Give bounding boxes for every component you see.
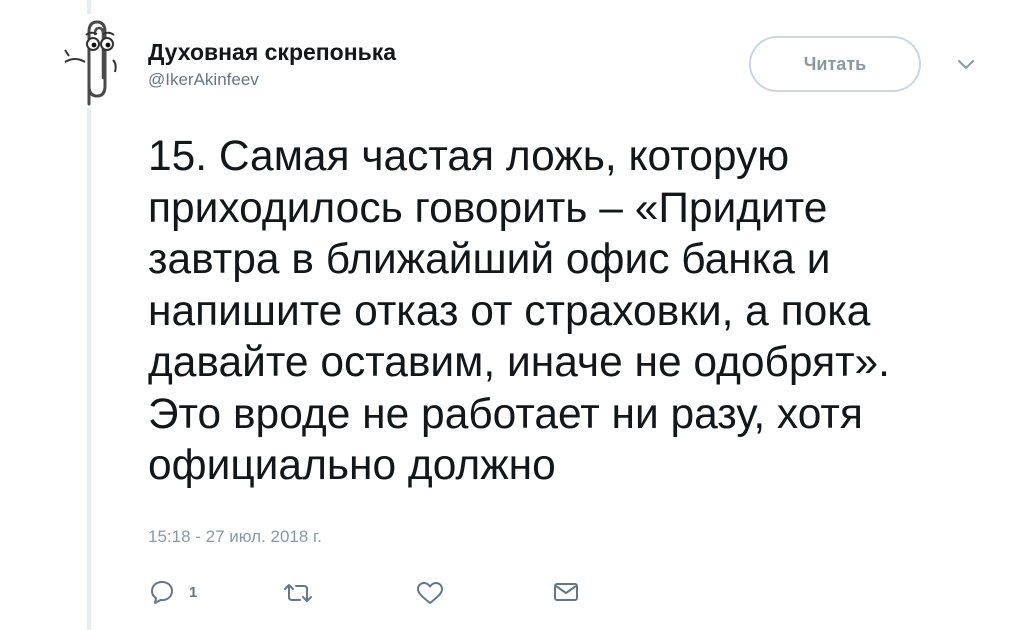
retweet-button[interactable] [283, 581, 313, 605]
thread-line-top [87, 0, 91, 14]
tweet-card: Духовная скрепонька @IkerAkinfeev Читать… [0, 0, 1024, 630]
reply-button[interactable]: 1 [149, 579, 197, 605]
display-name[interactable]: Духовная скрепонька [148, 38, 396, 66]
tweet-menu-button[interactable] [956, 58, 976, 72]
direct-message-button[interactable] [553, 581, 579, 603]
user-handle[interactable]: @IkerAkinfeev [148, 69, 396, 91]
reply-bubble-icon [151, 581, 173, 604]
like-button[interactable] [416, 581, 444, 605]
tweet-text: 15. Самая частая ложь, которую приходило… [148, 133, 890, 489]
retweet-icon [284, 584, 312, 602]
reply-count: 1 [189, 583, 198, 601]
follow-button[interactable]: Читать [749, 36, 921, 92]
avatar[interactable] [57, 16, 121, 106]
tweet-timestamp[interactable]: 15:18 - 27 июл. 2018 г. [148, 527, 322, 547]
heart-icon [417, 582, 443, 604]
chevron-down-icon [958, 60, 974, 69]
envelope-icon [554, 583, 578, 601]
user-info[interactable]: Духовная скрепонька @IkerAkinfeev [148, 38, 396, 91]
thread-line-bottom [87, 108, 91, 630]
paperclip-character-icon [57, 16, 121, 106]
